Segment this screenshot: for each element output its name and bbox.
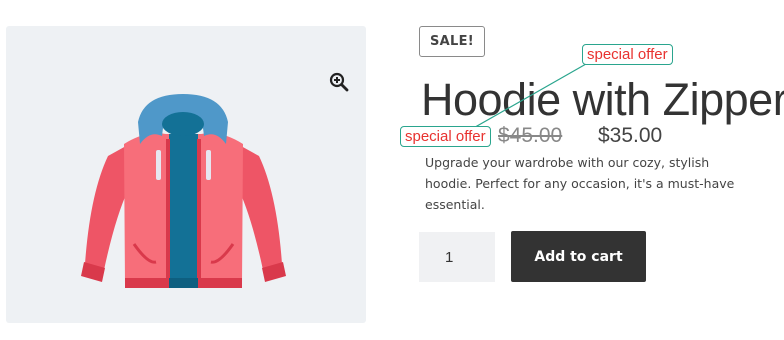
product-image[interactable] bbox=[76, 94, 291, 299]
jacket-hood-opening bbox=[162, 112, 204, 136]
jacket-hem-inner bbox=[169, 278, 198, 288]
jacket-drawstring-left bbox=[156, 150, 161, 180]
sale-price: $35.00 bbox=[598, 124, 663, 147]
magnifier-plus-icon bbox=[329, 72, 349, 92]
jacket-zipper-left bbox=[166, 139, 170, 284]
quantity-input[interactable] bbox=[419, 232, 495, 282]
add-to-cart-button[interactable]: Add to cart bbox=[511, 231, 646, 282]
jacket-zipper-right bbox=[197, 139, 201, 284]
product-gallery bbox=[6, 26, 366, 323]
annotation-label: special offer bbox=[400, 126, 491, 147]
jacket-right-sleeve bbox=[237, 146, 282, 270]
original-price: $45.00 bbox=[498, 124, 563, 147]
sale-badge: SALE! bbox=[419, 26, 486, 57]
product-title: Hoodie with Zipper bbox=[421, 74, 784, 125]
jacket-inner bbox=[169, 134, 198, 284]
jacket-drawstring-right bbox=[206, 150, 211, 180]
jacket-left-sleeve bbox=[85, 146, 130, 270]
annotation-label: special offer bbox=[582, 44, 673, 65]
zoom-button[interactable] bbox=[326, 69, 352, 95]
product-description: Upgrade your wardrobe with our cozy, sty… bbox=[425, 155, 735, 212]
